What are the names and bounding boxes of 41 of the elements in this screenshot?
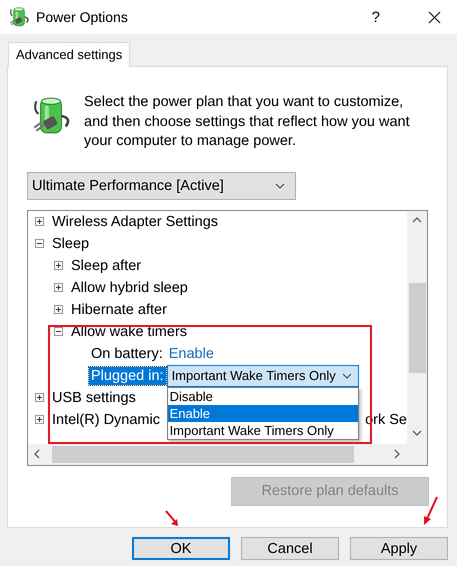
tree-item[interactable]: Sleep: [52, 236, 90, 252]
help-button[interactable]: ?: [372, 8, 380, 26]
horizontal-scrollbar[interactable]: [28, 444, 407, 464]
tree-item[interactable]: USB settings: [52, 390, 136, 406]
chevron-down-icon: [342, 372, 352, 378]
setting-label[interactable]: On battery:: [89, 344, 165, 362]
dropdown-option[interactable]: Enable: [168, 404, 358, 422]
collapse-icon[interactable]: [35, 239, 44, 248]
collapse-icon[interactable]: [54, 327, 63, 336]
annotation-arrow: [164, 509, 180, 527]
plan-dropdown[interactable]: Ultimate Performance [Active]: [27, 172, 296, 200]
tree-item[interactable]: Wireless Adapter Settings: [52, 214, 218, 230]
dropdown-option[interactable]: Disable: [168, 388, 358, 404]
tree-item[interactable]: Hibernate after: [71, 302, 167, 318]
vertical-scrollbar[interactable]: [407, 210, 427, 444]
dialog-button[interactable]: OK: [132, 537, 230, 560]
tree-item[interactable]: Allow hybrid sleep: [71, 280, 188, 296]
scroll-thumb[interactable]: [408, 282, 426, 372]
chevron-down-icon: [275, 182, 285, 188]
expand-icon[interactable]: [54, 283, 63, 292]
app-icon: [8, 6, 30, 28]
setting-dropdown[interactable]: Important Wake Timers Only: [166, 364, 359, 386]
expand-icon[interactable]: [35, 217, 44, 226]
dialog-button[interactable]: Apply: [350, 537, 448, 560]
close-icon[interactable]: [428, 10, 441, 24]
tree-item[interactable]: Intel(R) Dynamic: [52, 412, 160, 428]
tree-item[interactable]: Allow wake timers: [71, 324, 188, 340]
expand-icon[interactable]: [54, 305, 63, 314]
setting-value-link[interactable]: Enable: [168, 346, 214, 362]
tab[interactable]: Advanced settings: [8, 42, 130, 67]
setting-label[interactable]: Plugged in:: [89, 366, 166, 384]
expand-icon[interactable]: [54, 261, 63, 270]
window-title: Power Options: [36, 9, 129, 25]
dropdown-option[interactable]: Important Wake Timers Only: [168, 422, 358, 438]
dialog-button[interactable]: Cancel: [241, 537, 339, 560]
expand-icon[interactable]: [35, 393, 44, 402]
annotation-arrow: [421, 496, 439, 526]
description-text: Select the power plan that you want to customize, and then choose settings that reflect how you want your computer to manage power.: [84, 93, 411, 151]
tree-item[interactable]: Sleep after: [71, 258, 142, 274]
scroll-thumb[interactable]: [52, 446, 354, 462]
expand-icon[interactable]: [35, 415, 44, 424]
